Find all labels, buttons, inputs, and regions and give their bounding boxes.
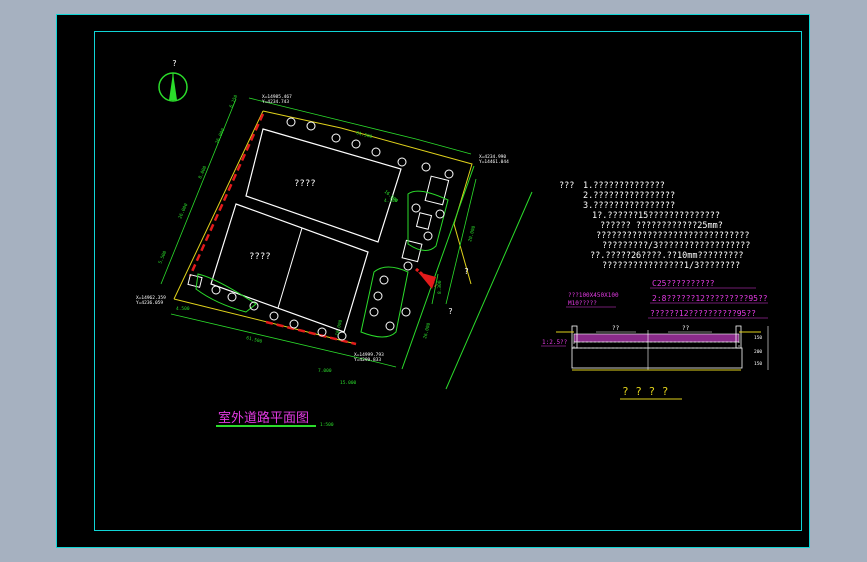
svg-text:2:8??????12?????????95??: 2:8??????12?????????95?? (652, 294, 768, 303)
site-plan-canvas: ? ???? ???? X=14985.467 Y=4234.743 X=423… (136, 59, 769, 428)
svg-text:8.300: 8.300 (437, 280, 443, 294)
notes-block: ??? 1.?????????????? 2.???????????????? … (559, 181, 750, 271)
svg-text:150: 150 (754, 361, 762, 367)
svg-text:C25??????????: C25?????????? (652, 279, 715, 288)
svg-text:20.000: 20.000 (467, 225, 477, 243)
svg-text:200: 200 (754, 349, 762, 355)
drawing-sheet: ? ???? ???? X=14985.467 Y=4234.743 X=423… (56, 14, 810, 548)
building-a-label: ???? (294, 179, 316, 189)
svg-text:8.000: 8.000 (197, 165, 208, 180)
svg-text:3.????????????????: 3.???????????????? (583, 201, 675, 211)
svg-text:????????????????1/3????????: ????????????????1/3???????? (602, 261, 740, 271)
section-detail: C25?????????? 2:8??????12?????????95?? ?… (541, 279, 769, 400)
svg-text:26.000: 26.000 (422, 322, 432, 340)
svg-text:??????12??????????95??: ??????12??????????95?? (650, 309, 756, 318)
svg-text:61.500: 61.500 (355, 130, 373, 140)
svg-text:M10?????: M10????? (568, 300, 597, 307)
fence-line (188, 113, 437, 346)
svg-text:?: ? (448, 307, 453, 316)
svg-text:150: 150 (754, 335, 762, 341)
svg-text:1.??????????????: 1.?????????????? (583, 181, 665, 191)
svg-text:1:500: 1:500 (320, 422, 334, 428)
svg-text:?: ? (464, 267, 469, 276)
north-arrow-icon: ? (158, 59, 188, 102)
svg-text:61.500: 61.500 (246, 335, 264, 345)
svg-text:4.100: 4.100 (384, 198, 398, 204)
svg-text:???: ??? (559, 181, 574, 191)
svg-text:Y=14461.044: Y=14461.044 (479, 159, 509, 165)
svg-text:18.000: 18.000 (334, 319, 344, 337)
svg-text:?????????/3??????????????????: ?????????/3?????????????????? (602, 241, 750, 251)
coordinates: X=14985.467 Y=4234.743 X=4234.990 Y=1446… (136, 94, 509, 363)
svg-text:7.000: 7.000 (318, 368, 332, 374)
north-label: ? (172, 59, 177, 68)
svg-text:6.150: 6.150 (228, 94, 239, 109)
svg-text:1?.??????15??????????????: 1?.??????15?????????????? (592, 211, 720, 221)
road (401, 165, 533, 390)
gate-marker (418, 272, 436, 289)
building-b (210, 203, 369, 333)
svg-text:??: ?? (612, 325, 620, 332)
svg-text:Y=4236.059: Y=4236.059 (136, 300, 163, 306)
building-b-label: ???? (249, 252, 271, 262)
svg-text:???100X450X100: ???100X450X100 (568, 292, 619, 299)
svg-text:??: ?? (682, 325, 690, 332)
svg-text:26.000: 26.000 (214, 127, 226, 145)
plan-title: 室外道路平面图 1:500 (216, 410, 334, 428)
svg-text:? ? ? ?: ? ? ? ? (622, 385, 668, 398)
svg-text:Y=4299.833: Y=4299.833 (354, 357, 381, 363)
building-a (245, 128, 402, 243)
svg-text:?????? ????????????25mm?: ?????? ????????????25mm? (600, 221, 723, 231)
svg-text:??.?????26????.??10mm?????????: ??.?????26????.??10mm????????? (590, 251, 744, 261)
svg-text:Y=4234.743: Y=4234.743 (262, 99, 289, 105)
svg-text:5.500: 5.500 (157, 250, 168, 265)
svg-text:4.500: 4.500 (176, 306, 190, 312)
road-marks: ? ? (448, 267, 469, 316)
trees (211, 117, 454, 341)
svg-text:1:2.5??: 1:2.5?? (542, 339, 568, 346)
svg-text:15.000: 15.000 (340, 380, 357, 386)
svg-text:室外道路平面图: 室外道路平面图 (218, 410, 309, 426)
svg-text:??????????????????????????????: ?????????????????????????????? (596, 231, 750, 241)
svg-text:2.????????????????: 2.???????????????? (583, 191, 675, 201)
